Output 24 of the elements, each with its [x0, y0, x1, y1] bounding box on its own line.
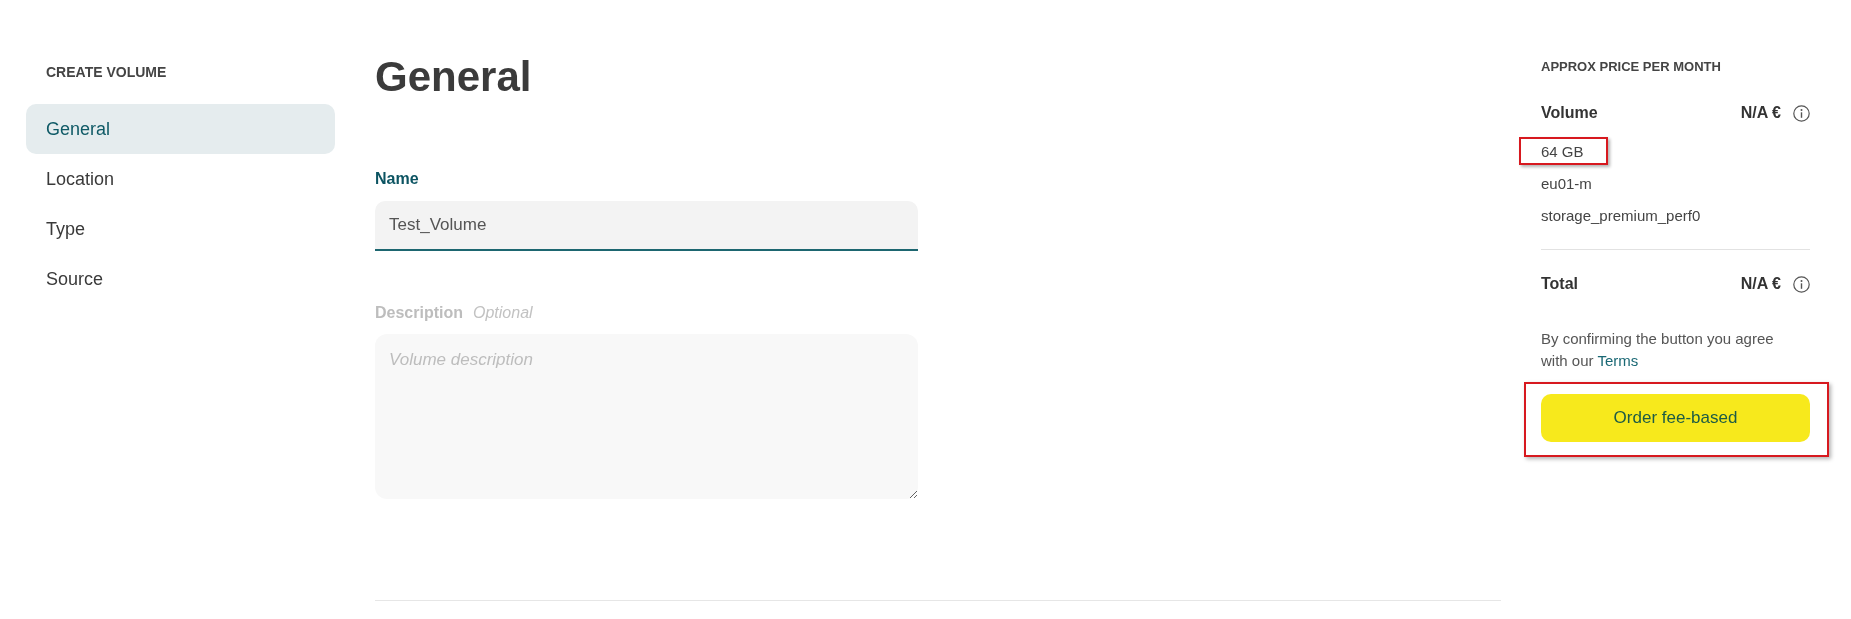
info-icon[interactable]	[1793, 104, 1810, 122]
name-input[interactable]: Test_Volume	[375, 201, 918, 251]
detail-text: eu01-m	[1541, 174, 1592, 192]
item-label: Volume	[1541, 104, 1599, 122]
price-value: N/A €	[1740, 104, 1781, 122]
sidebar-item[interactable]: Type	[26, 204, 335, 254]
sidebar-item[interactable]: Source	[26, 254, 335, 304]
info-icon[interactable]	[1793, 275, 1810, 293]
optional-hint: Optional	[473, 303, 533, 323]
order-button[interactable]: Order fee-based	[1541, 394, 1810, 442]
agreement-text: By confirming the button you agree with our Terms	[1541, 329, 1775, 371]
sidebar-title: CREATE VOLUME	[46, 64, 167, 80]
page-heading: General	[375, 53, 532, 101]
detail-text: 64 GB	[1541, 142, 1584, 160]
total-price: N/A €	[1740, 275, 1781, 293]
sidebar-item[interactable]: General	[26, 104, 335, 154]
sidebar-item[interactable]: Location	[26, 154, 335, 204]
field-label: Name	[375, 169, 419, 189]
summary-title: APPROX PRICE PER MONTH	[1541, 59, 1721, 75]
description-textarea[interactable]: Volume description	[375, 334, 918, 499]
total-label: Total	[1541, 275, 1580, 293]
terms-link[interactable]: Terms	[1597, 352, 1639, 369]
detail-text: storage_premium_perf0	[1541, 206, 1701, 224]
field-label: Description	[375, 303, 463, 323]
